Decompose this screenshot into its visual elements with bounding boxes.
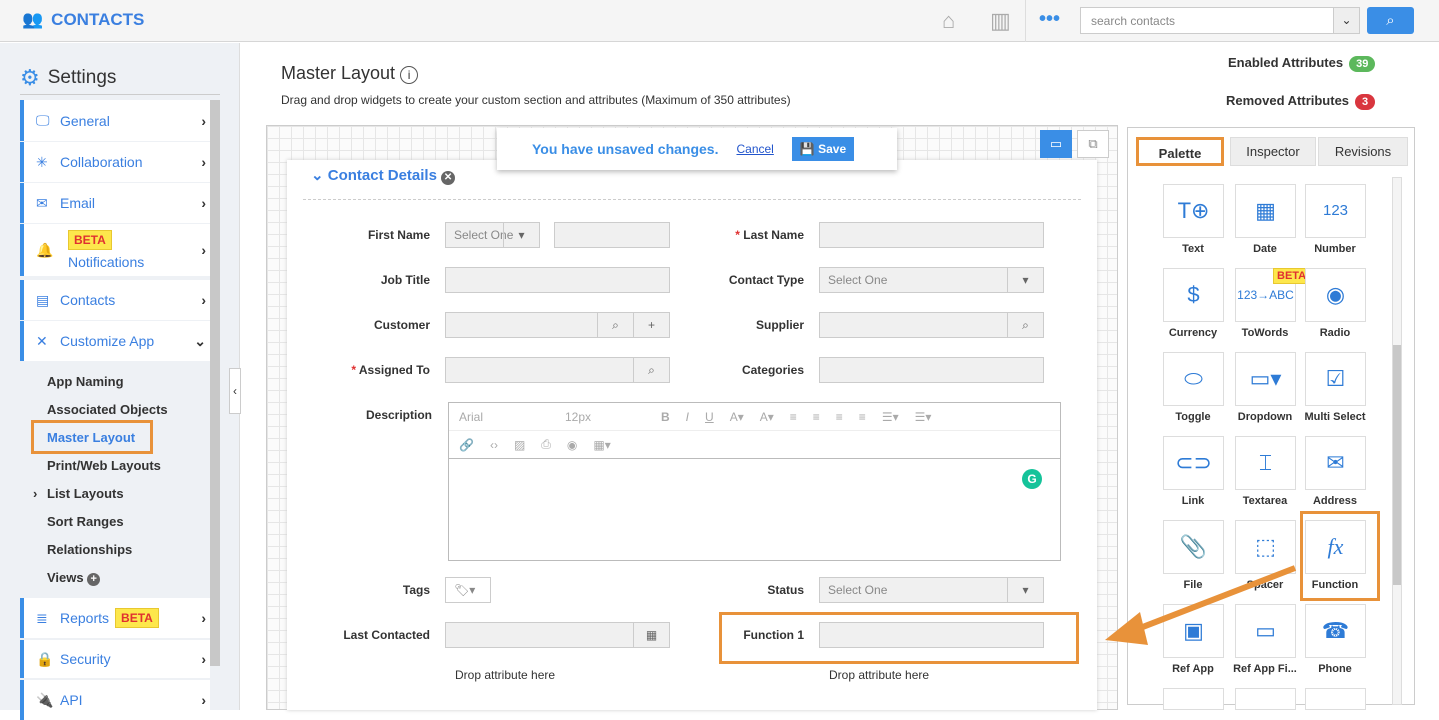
arrow-shaft xyxy=(1133,565,1297,633)
drag-arrow xyxy=(1105,565,1297,645)
arrow-head xyxy=(1105,612,1148,645)
